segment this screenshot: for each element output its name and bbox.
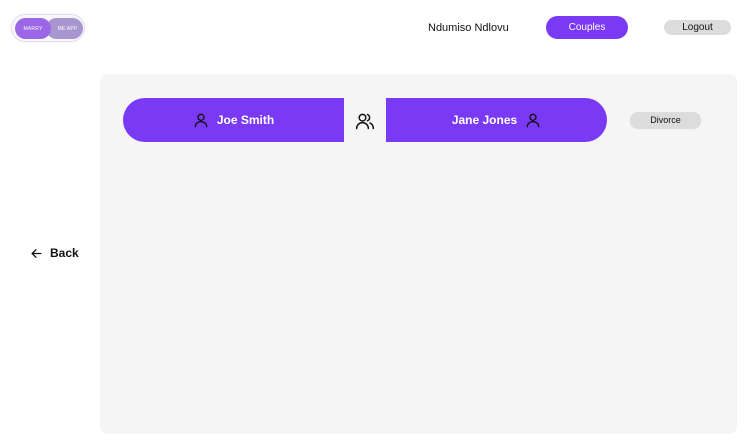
couples-button[interactable]: Couples [546, 16, 628, 39]
logout-button[interactable]: Logout [664, 20, 731, 35]
logo-right-part: ME APP [46, 18, 83, 39]
back-label: Back [50, 246, 79, 260]
logo-right-text: ME APP [57, 25, 78, 32]
divorce-button[interactable]: Divorce [630, 112, 701, 128]
partner-2-name: Jane Jones [451, 113, 518, 127]
app-header: ME APP MARRY Ndumiso Ndlovu Couples Logo… [0, 0, 752, 62]
users-icon [355, 113, 375, 130]
partner-1-card[interactable]: Joe Smith [123, 98, 344, 142]
partner-2-card[interactable]: Jane Jones [386, 98, 607, 142]
current-user-name: Ndumiso Ndlovu [428, 22, 509, 34]
partner-1-name: Joe Smith [216, 113, 275, 127]
logo-left-text: MARRY [23, 25, 43, 32]
arrow-left-icon [31, 248, 42, 258]
user-icon [194, 113, 208, 128]
user-icon [526, 113, 540, 128]
back-link[interactable]: Back [30, 246, 79, 260]
app-logo[interactable]: ME APP MARRY [11, 14, 85, 42]
logo-left-part: MARRY [15, 18, 51, 39]
